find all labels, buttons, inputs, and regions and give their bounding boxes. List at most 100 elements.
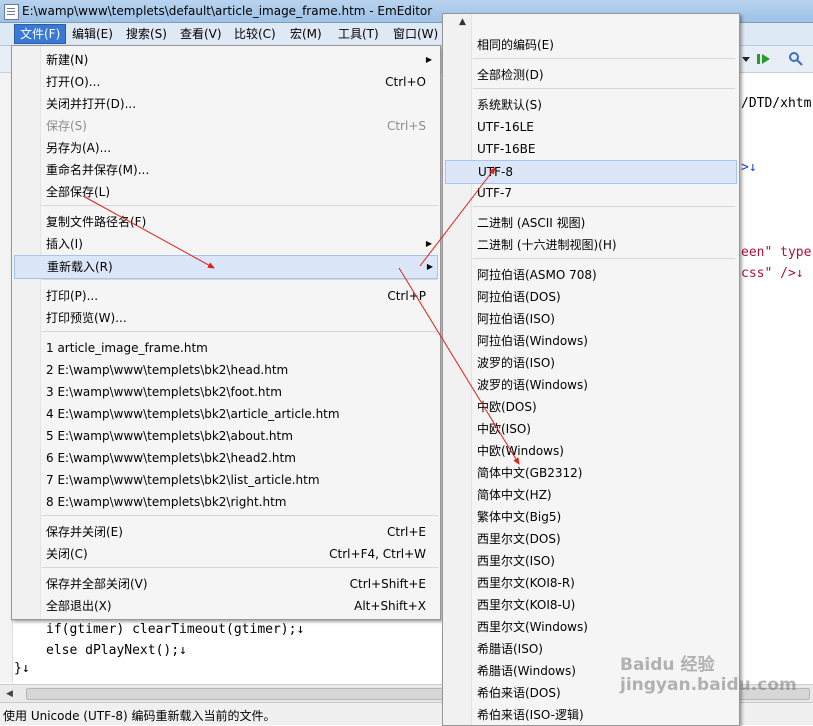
menu-item-label: 希腊语(Windows): [477, 664, 576, 678]
encoding-menu-item[interactable]: 阿拉伯语(Windows): [445, 330, 735, 352]
menu-item-label: 希腊语(ISO): [477, 642, 543, 656]
menu-item-label: 保存并关闭(E): [46, 525, 123, 539]
menu-window[interactable]: 窗口(W): [388, 25, 443, 43]
encoding-menu-item[interactable]: 波罗的语(Windows): [445, 374, 735, 396]
menu-item-label: 1 article_image_frame.htm: [46, 341, 208, 355]
menu-separator: [42, 279, 438, 280]
encoding-menu-item[interactable]: 相同的编码(E): [445, 34, 735, 56]
file-menu-item[interactable]: 插入(I) ▶: [14, 233, 436, 255]
menu-item-label: 打印(P)...: [46, 289, 99, 303]
menu-item-label: UTF-7: [477, 186, 512, 200]
encoding-menu-item[interactable]: 西里尔文(ISO): [445, 550, 735, 572]
menu-item-label: 西里尔文(ISO): [477, 554, 555, 568]
file-menu-item[interactable]: 重新载入(R) ▶: [14, 255, 438, 279]
scroll-up-icon[interactable]: ▲: [459, 17, 466, 27]
file-menu-item[interactable]: 新建(N) ▶: [14, 49, 436, 71]
menu-separator: [42, 205, 438, 206]
encoding-menu-item[interactable]: 二进制 (十六进制视图)(H): [445, 234, 735, 256]
menu-tools[interactable]: 工具(T): [333, 25, 384, 43]
encoding-menu-item[interactable]: 二进制 (ASCII 视图): [445, 212, 735, 234]
menu-item-label: 中欧(ISO): [477, 422, 531, 436]
encoding-menu-item[interactable]: 阿拉伯语(DOS): [445, 286, 735, 308]
code-line-css: css" />↓: [741, 266, 804, 281]
menu-item-label: 插入(I): [46, 237, 83, 251]
file-menu-item[interactable]: 6 E:\wamp\www\templets\bk2\head2.htm: [14, 447, 436, 469]
menu-search[interactable]: 搜索(S): [121, 25, 172, 43]
file-menu-item[interactable]: 2 E:\wamp\www\templets\bk2\head.htm: [14, 359, 436, 381]
menu-item-label: 保存(S): [46, 119, 87, 133]
menu-item-label: 繁体中文(Big5): [477, 510, 562, 524]
menu-edit[interactable]: 编辑(E): [67, 25, 118, 43]
encoding-menu-item[interactable]: 全部检测(D): [445, 64, 735, 86]
submenu-arrow-icon: ▶: [425, 55, 432, 64]
menu-compare[interactable]: 比较(C): [229, 25, 281, 43]
menu-item-label: UTF-16LE: [477, 120, 534, 134]
menu-item-label: 关闭(C): [46, 547, 88, 561]
encoding-menu-item[interactable]: 阿拉伯语(ASMO 708): [445, 264, 735, 286]
file-menu-item[interactable]: 打印(P)... Ctrl+P: [14, 285, 436, 307]
encoding-menu-item[interactable]: 西里尔文(Windows): [445, 616, 735, 638]
encoding-menu-item[interactable]: 希伯来语(ISO-逻辑): [445, 704, 735, 726]
file-menu-item[interactable]: 保存(S) Ctrl+S: [14, 115, 436, 137]
menu-item-label: 关闭并打开(D)...: [46, 97, 137, 111]
menu-file[interactable]: 文件(F): [14, 24, 67, 44]
menu-item-label: 西里尔文(DOS): [477, 532, 561, 546]
encoding-menu-item[interactable]: 中欧(ISO): [445, 418, 735, 440]
search-icon[interactable]: [788, 51, 804, 67]
file-menu-item[interactable]: 复制文件路径名(F): [14, 211, 436, 233]
menu-view[interactable]: 查看(V): [175, 25, 227, 43]
file-menu: 新建(N) ▶ 打开(O)... Ctrl+O 关闭并打开(D)... 保存(S) Ctrl…: [11, 45, 441, 620]
file-menu-item[interactable]: 关闭(C) Ctrl+F4, Ctrl+W: [14, 543, 436, 565]
play-macro-icon[interactable]: [756, 51, 772, 67]
reload-encoding-submenu: ▲ 相同的编码(E) 全部检测(D) 系统默认(S) UTF-16LE UTF-16BE…: [442, 13, 740, 726]
encoding-menu-item[interactable]: 简体中文(HZ): [445, 484, 735, 506]
encoding-menu-item[interactable]: 简体中文(GB2312): [445, 462, 735, 484]
encoding-menu-item[interactable]: 中欧(DOS): [445, 396, 735, 418]
encoding-menu-item[interactable]: 中欧(Windows): [445, 440, 735, 462]
encoding-menu-item[interactable]: 西里尔文(DOS): [445, 528, 735, 550]
file-menu-item[interactable]: 全部退出(X) Alt+Shift+X: [14, 595, 436, 617]
menu-item-label: 5 E:\wamp\www\templets\bk2\about.htm: [46, 429, 293, 443]
file-menu-item[interactable]: 1 article_image_frame.htm: [14, 337, 436, 359]
menu-item-shortcut: Ctrl+P: [387, 289, 426, 303]
file-menu-item[interactable]: 5 E:\wamp\www\templets\bk2\about.htm: [14, 425, 436, 447]
menu-item-label: 保存并全部关闭(V): [46, 577, 148, 591]
menu-item-label: 打印预览(W)...: [46, 311, 127, 325]
menu-item-label: UTF-16BE: [477, 142, 536, 156]
encoding-menu-item[interactable]: 西里尔文(KOI8-R): [445, 572, 735, 594]
menu-item-label: 全部退出(X): [46, 599, 112, 613]
menu-item-label: 希伯来语(ISO-逻辑): [477, 708, 584, 722]
menu-separator: [42, 331, 438, 332]
file-menu-item[interactable]: 关闭并打开(D)...: [14, 93, 436, 115]
file-menu-item[interactable]: 打开(O)... Ctrl+O: [14, 71, 436, 93]
dropdown-arrow-icon[interactable]: [738, 51, 754, 67]
encoding-menu-item[interactable]: 繁体中文(Big5): [445, 506, 735, 528]
encoding-menu-item[interactable]: UTF-8: [445, 160, 737, 184]
encoding-menu-item[interactable]: 西里尔文(KOI8-U): [445, 594, 735, 616]
menu-item-label: 波罗的语(ISO): [477, 356, 555, 370]
file-menu-item[interactable]: 另存为(A)...: [14, 137, 436, 159]
menu-macro[interactable]: 宏(M): [285, 25, 327, 43]
file-menu-item[interactable]: 保存并关闭(E) Ctrl+E: [14, 521, 436, 543]
file-menu-item[interactable]: 8 E:\wamp\www\templets\bk2\right.htm: [14, 491, 436, 513]
file-menu-item[interactable]: 保存并全部关闭(V) Ctrl+Shift+E: [14, 573, 436, 595]
file-menu-item[interactable]: 3 E:\wamp\www\templets\bk2\foot.htm: [14, 381, 436, 403]
encoding-menu-item[interactable]: UTF-16LE: [445, 116, 735, 138]
menu-separator: [473, 258, 735, 259]
file-menu-item[interactable]: 打印预览(W)...: [14, 307, 436, 329]
code-line-if: if(gtimer) clearTimeout(gtimer);↓: [46, 622, 305, 637]
scroll-left-icon[interactable]: ◀: [6, 689, 13, 699]
menu-separator: [42, 567, 438, 568]
menu-item-label: 6 E:\wamp\www\templets\bk2\head2.htm: [46, 451, 296, 465]
menu-item-shortcut: Alt+Shift+X: [354, 599, 426, 613]
file-menu-item[interactable]: 全部保存(L): [14, 181, 436, 203]
file-menu-item[interactable]: 重命名并保存(M)...: [14, 159, 436, 181]
encoding-menu-item[interactable]: UTF-7: [445, 182, 735, 204]
encoding-menu-item[interactable]: UTF-16BE: [445, 138, 735, 160]
file-menu-item[interactable]: 4 E:\wamp\www\templets\bk2\article_artic…: [14, 403, 436, 425]
encoding-menu-item[interactable]: 阿拉伯语(ISO): [445, 308, 735, 330]
encoding-menu-item[interactable]: 系统默认(S): [445, 94, 735, 116]
file-menu-item[interactable]: 7 E:\wamp\www\templets\bk2\list_article.…: [14, 469, 436, 491]
menu-item-label: 中欧(DOS): [477, 400, 537, 414]
encoding-menu-item[interactable]: 波罗的语(ISO): [445, 352, 735, 374]
